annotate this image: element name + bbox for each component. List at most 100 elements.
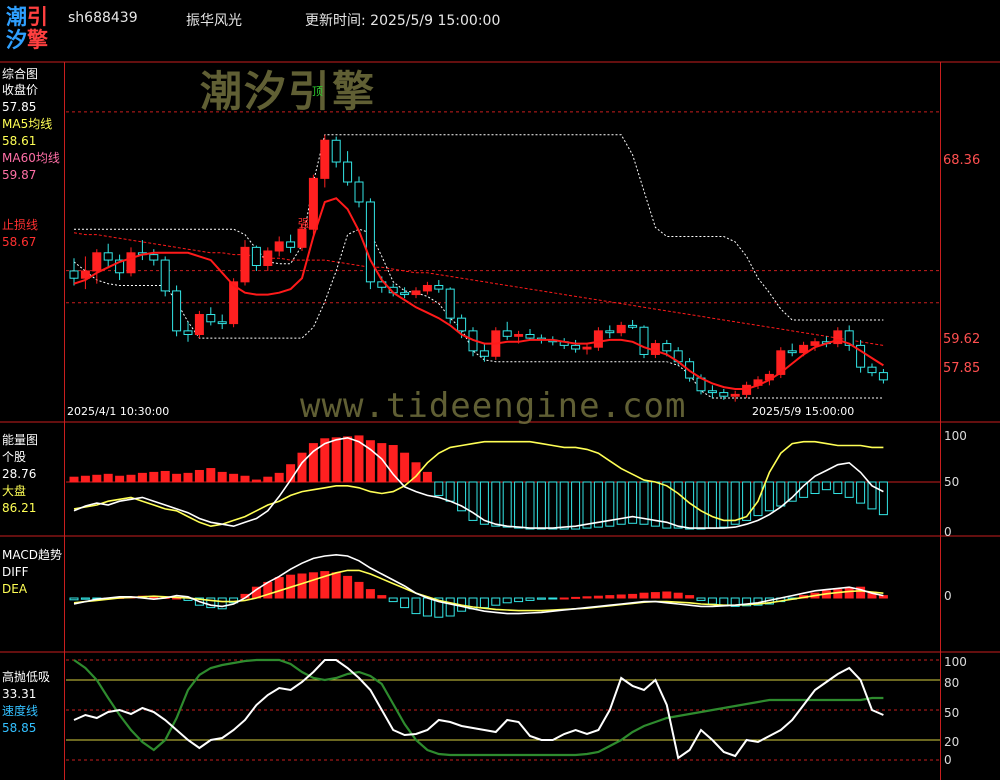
macd-bar	[69, 597, 79, 601]
candle-body	[308, 177, 318, 230]
macd-bar	[696, 597, 706, 601]
energy-stock-label: 个股	[2, 450, 27, 464]
candle-body	[400, 292, 410, 296]
energy-tick-50: 50	[944, 475, 960, 489]
energy-bar	[673, 481, 683, 529]
macd-bar	[628, 593, 638, 599]
energy-bar	[810, 481, 820, 495]
energy-bar	[445, 481, 455, 502]
energy-bar	[776, 481, 786, 507]
macd-bar	[479, 597, 489, 609]
ma60-label: MA60均线	[2, 151, 60, 165]
energy-market-value: 86.21	[2, 501, 37, 515]
osc-main-line	[73, 659, 884, 760]
energy-bar	[753, 481, 763, 517]
candle-body	[365, 201, 375, 283]
macd-bar	[536, 597, 546, 600]
candle-body	[571, 344, 581, 350]
macd-bar	[331, 572, 341, 599]
osc-tick-100: 100	[944, 655, 967, 669]
speed-value: 58.85	[2, 721, 37, 735]
macd-bar	[525, 597, 535, 601]
candle-body	[662, 343, 672, 352]
candle-body	[240, 246, 250, 283]
energy-bar	[491, 481, 501, 527]
stock-name: 振华风光	[186, 13, 242, 29]
candle-body	[628, 324, 638, 328]
energy-stock-value: 28.76	[2, 467, 37, 481]
candle-body	[194, 314, 204, 335]
energy-bar	[172, 473, 182, 483]
macd-bar	[400, 597, 410, 609]
candle-body	[251, 246, 261, 267]
candle-body	[525, 333, 535, 339]
energy-bar	[502, 481, 512, 528]
energy-bar	[343, 436, 353, 483]
candle-body	[616, 324, 626, 334]
energy-tick-0: 0	[944, 525, 952, 539]
macd-bar	[844, 587, 854, 599]
candle-body	[878, 372, 888, 381]
candle-body	[263, 250, 273, 267]
macd-bar	[514, 597, 524, 603]
ma5-value: 58.61	[2, 134, 37, 148]
energy-bar	[856, 481, 866, 504]
candle-body	[707, 390, 717, 394]
osc-title: 高抛低吸	[2, 670, 51, 684]
energy-title: 能量图	[2, 433, 39, 447]
macd-bar	[297, 573, 307, 599]
logo-char-4: 擎	[27, 28, 48, 52]
macd-bar	[80, 597, 90, 600]
macd-bar	[274, 577, 284, 599]
macd-title: MACD趋势	[2, 548, 62, 562]
macd-bar	[833, 589, 843, 599]
energy-bar	[103, 473, 113, 483]
energy-bar	[229, 473, 239, 483]
energy-bar	[149, 471, 159, 483]
candle-body	[605, 330, 615, 334]
stop-value: 58.67	[2, 235, 37, 249]
osc-tick-20: 20	[944, 735, 960, 749]
macd-dea-label: DEA	[2, 582, 28, 596]
stop-label: 止损线	[2, 218, 39, 232]
logo-char-1: 潮	[6, 5, 27, 29]
date-start: 2025/4/1 10:30:00	[67, 405, 170, 418]
logo: 潮引 汐擎	[6, 6, 58, 54]
energy-bar	[274, 472, 284, 483]
level-label-2: 59.62	[943, 332, 981, 347]
energy-bar	[80, 475, 90, 483]
energy-bar	[251, 479, 261, 483]
candle-body	[457, 317, 467, 332]
macd-bar	[593, 595, 603, 599]
watermark-cn: 潮汐引擎	[200, 67, 377, 116]
energy-bar	[844, 481, 854, 498]
ma5-label: MA5均线	[2, 117, 53, 131]
level-label-1: 68.36	[943, 153, 981, 168]
macd-tick-0: 0	[944, 589, 952, 603]
candle-body	[354, 181, 364, 203]
macd-bar	[582, 596, 592, 599]
macd-bar	[422, 597, 432, 617]
energy-bar	[571, 481, 581, 530]
candle-body	[297, 228, 307, 248]
speed-label: 速度线	[2, 704, 39, 718]
logo-char-2: 引	[27, 5, 48, 29]
osc-tick-80: 80	[944, 676, 960, 690]
macd-bar	[605, 595, 615, 599]
macd-bar	[411, 597, 421, 615]
main-price-panel	[66, 111, 940, 402]
stop-loss-line	[73, 197, 884, 390]
logo-char-3: 汐	[6, 28, 27, 52]
energy-tick-100: 100	[944, 429, 967, 443]
osc-tick-50: 50	[944, 706, 960, 720]
ma60-value: 59.87	[2, 168, 37, 182]
energy-bar	[593, 481, 603, 528]
update-time: 更新时间: 2025/5/9 15:00:00	[305, 13, 501, 29]
candle-body	[434, 284, 444, 290]
energy-bar	[730, 481, 740, 525]
macd-bar	[502, 597, 512, 604]
candle-body	[160, 259, 170, 292]
candle-body	[787, 350, 797, 354]
candle-body	[92, 252, 102, 272]
candle-body	[810, 341, 820, 346]
